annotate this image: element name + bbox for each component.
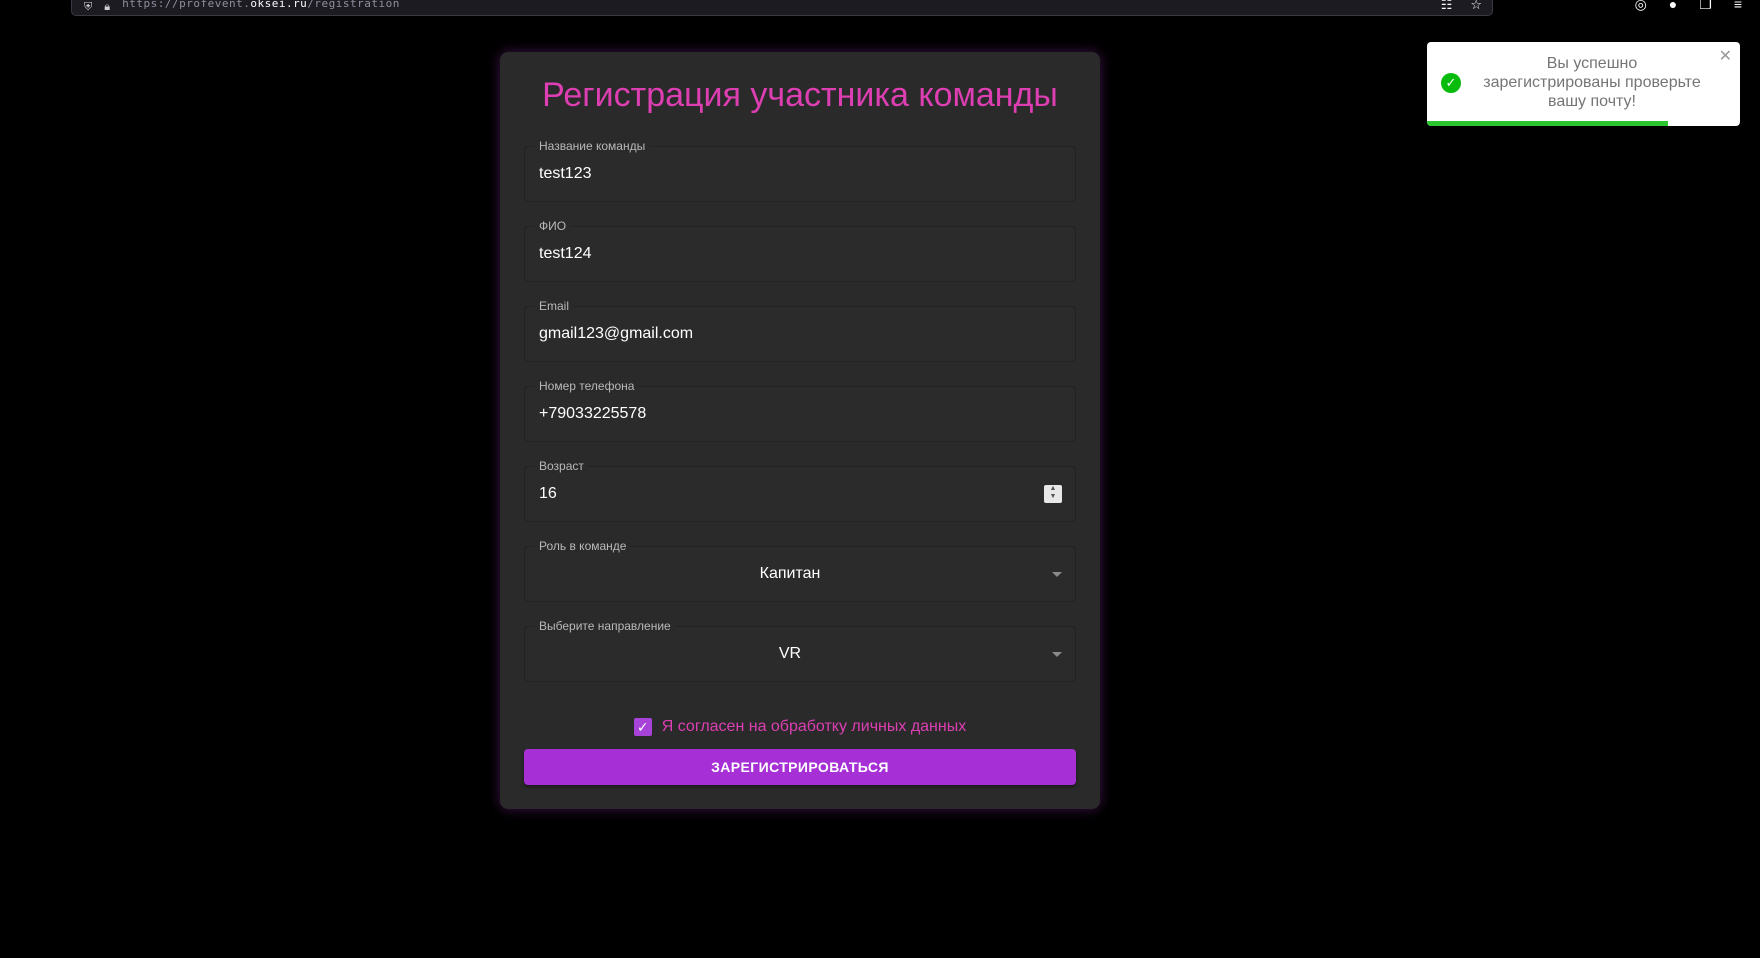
select-value[interactable]: VR: [525, 645, 1055, 663]
full-name-field[interactable]: ФИО test124: [524, 219, 1076, 282]
age-field[interactable]: Возраст 16 ▲ ▼: [524, 459, 1076, 522]
team-role-select[interactable]: Роль в команде Капитан: [524, 539, 1076, 602]
success-toast[interactable]: ✓ Вы успешно зарегистрированы проверьте …: [1427, 42, 1740, 126]
toast-message: Вы успешно зарегистрированы проверьте ва…: [1483, 55, 1701, 110]
team-name-field[interactable]: Название команды test123: [524, 139, 1076, 202]
lock-icon[interactable]: 🔒︎: [104, 2, 110, 13]
browser-toolbar: ⛨ 🔒︎ https://profevent.oksei.ru/registra…: [0, 0, 1760, 20]
bookmark-star-icon[interactable]: ☆: [1470, 0, 1482, 13]
chevron-down-icon[interactable]: [1052, 572, 1062, 577]
field-value[interactable]: gmail123@gmail.com: [539, 325, 693, 343]
field-label: ФИО: [535, 219, 571, 233]
field-value[interactable]: 16: [539, 485, 557, 503]
number-stepper-icon[interactable]: ▲ ▼: [1044, 485, 1062, 503]
registration-card: Регистрация участника команды Название к…: [500, 52, 1100, 809]
consent-checkbox[interactable]: ✓: [633, 718, 652, 736]
shield-icon[interactable]: ⛨: [84, 2, 92, 13]
consent-label[interactable]: Я согласен на обработку личных данных: [662, 718, 966, 736]
url-text[interactable]: https://profevent.oksei.ru/registration: [122, 0, 400, 10]
account-icon[interactable]: ●: [1669, 0, 1677, 13]
chevron-down-icon[interactable]: [1052, 652, 1062, 657]
field-value[interactable]: test124: [539, 245, 591, 263]
email-field[interactable]: Email gmail123@gmail.com: [524, 299, 1076, 362]
page-title: Регистрация участника команды: [542, 76, 1058, 114]
translate-icon[interactable]: ☷: [1441, 0, 1453, 13]
field-label: Номер телефона: [535, 379, 639, 393]
field-label: Email: [535, 299, 574, 313]
toast-progress-bar: [1427, 121, 1668, 126]
close-icon[interactable]: ✕: [1719, 46, 1732, 66]
select-value[interactable]: Капитан: [525, 565, 1055, 583]
extensions-icon[interactable]: ❐: [1699, 0, 1712, 13]
field-label: Выберите направление: [535, 619, 675, 633]
consent-row: ✓ Я согласен на обработку личных данных: [500, 718, 1100, 736]
check-circle-icon: ✓: [1441, 73, 1461, 93]
phone-field[interactable]: Номер телефона +79033225578: [524, 379, 1076, 442]
register-button[interactable]: Зарегистрироваться: [524, 749, 1076, 785]
downloads-icon[interactable]: ◎: [1635, 0, 1647, 13]
field-label: Название команды: [535, 139, 650, 153]
address-bar[interactable]: ⛨ 🔒︎ https://profevent.oksei.ru/registra…: [71, 0, 1493, 16]
field-value[interactable]: +79033225578: [539, 405, 646, 423]
field-label: Возраст: [535, 459, 588, 473]
field-label: Роль в команде: [535, 539, 631, 553]
direction-select[interactable]: Выберите направление VR: [524, 619, 1076, 682]
field-value[interactable]: test123: [539, 165, 591, 183]
menu-icon[interactable]: ≡: [1734, 0, 1742, 13]
